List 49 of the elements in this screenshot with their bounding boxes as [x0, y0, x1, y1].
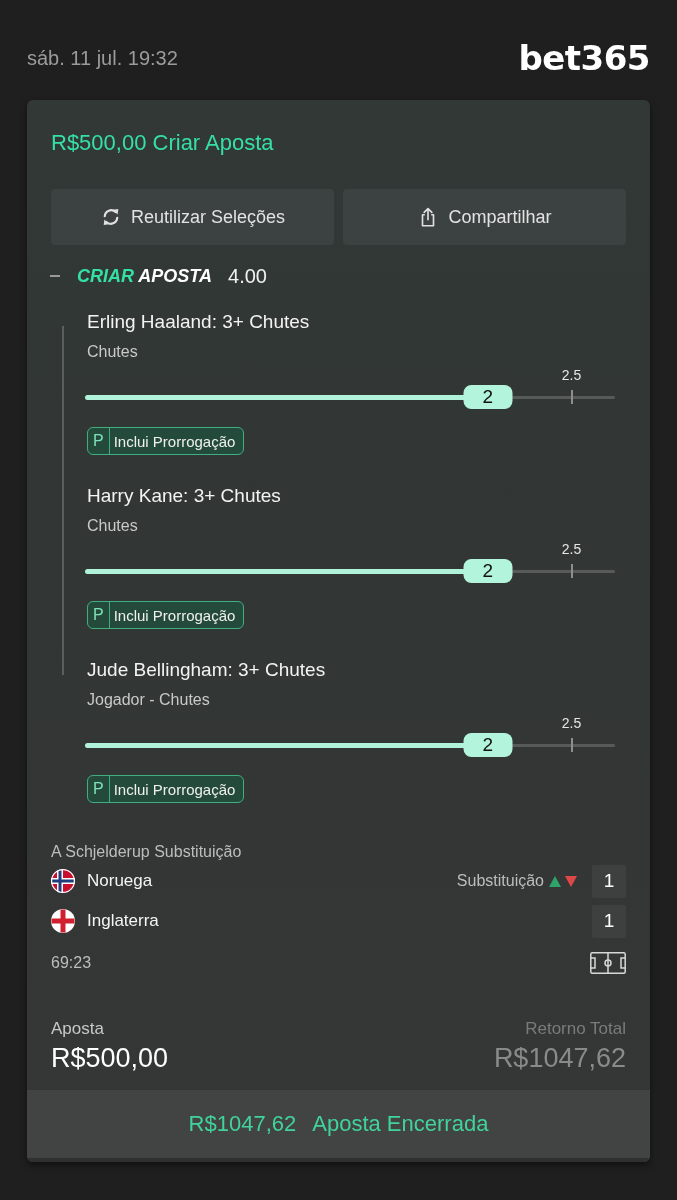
slider-track[interactable]: 2 [85, 733, 615, 757]
reuse-selections-button[interactable]: Reutilizar Seleções [51, 189, 334, 245]
extra-time-letter: P [88, 602, 110, 628]
team-score: 1 [592, 904, 626, 938]
selection-title: Jude Bellingham: 3+ Chutes [87, 658, 327, 682]
pitch-icon[interactable] [590, 952, 626, 974]
odds-value: 4.00 [228, 264, 267, 288]
selection-market: Chutes [87, 342, 139, 362]
cashout-amount: R$1047,62 [188, 1111, 297, 1137]
event-text: A Schjelderup Substituição [51, 842, 243, 862]
stake-label: Aposta [51, 1019, 105, 1039]
incident-label: Substituição [456, 872, 544, 890]
slider-thumb[interactable]: 2 [463, 385, 513, 409]
extra-time-letter: P [88, 428, 110, 454]
bet-builder-label: CRIAR APOSTA [77, 265, 212, 287]
slider-thumb[interactable]: 2 [463, 559, 513, 583]
team-name: Inglaterra [87, 911, 160, 931]
england-flag-icon [51, 909, 75, 933]
status-datetime: sáb. 11 jul. 19:32 [27, 46, 178, 70]
match-clock: 69:23 [51, 954, 92, 972]
line-tick [570, 564, 573, 578]
slider-thumb[interactable]: 2 [463, 733, 513, 757]
selection-title: Erling Haaland: 3+ Chutes [87, 310, 311, 334]
cashout-status: Aposta Encerrada [312, 1111, 489, 1137]
selection-title: Harry Kane: 3+ Chutes [87, 484, 282, 508]
line-value: 2.5 [561, 367, 582, 383]
team-name: Noruega [87, 871, 154, 891]
bet-title: R$500,00 Criar Aposta [51, 129, 275, 157]
share-button[interactable]: Compartilhar [343, 189, 626, 245]
team-score: 1 [592, 864, 626, 898]
brand-logo: bet365 [518, 39, 650, 77]
selection-market: Chutes [87, 516, 139, 536]
line-value: 2.5 [561, 715, 582, 731]
slider-track[interactable]: 2 [85, 559, 615, 583]
selection-market: Jogador - Chutes [87, 690, 211, 710]
line-tick [570, 390, 573, 404]
extra-time-letter: P [88, 776, 110, 802]
line-value: 2.5 [561, 541, 582, 557]
norway-flag-icon [51, 869, 75, 893]
line-tick [570, 738, 573, 752]
return-value: R$1047,62 [493, 1042, 626, 1074]
triangle-up-icon [549, 875, 561, 887]
extra-time-label: Inclui Prorrogação [112, 431, 237, 452]
extra-time-label: Inclui Prorrogação [112, 605, 237, 626]
extra-time-label: Inclui Prorrogação [112, 779, 237, 800]
triangle-down-icon [565, 875, 577, 887]
stake-value: R$500,00 [51, 1042, 169, 1074]
slider-track[interactable]: 2 [85, 385, 615, 409]
return-label: Retorno Total [524, 1019, 626, 1039]
